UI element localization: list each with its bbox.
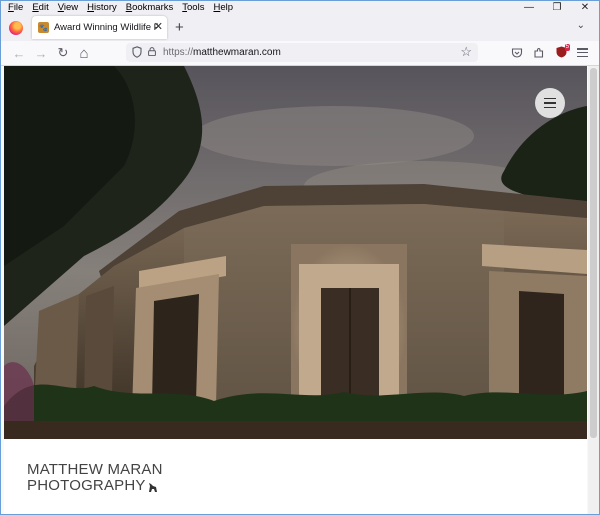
tab-active[interactable]: 🐾 Award Winning Wildlife Photography ✕ <box>32 16 167 39</box>
lock-icon[interactable] <box>148 47 156 56</box>
tracking-protection-shield-icon[interactable] <box>132 46 142 58</box>
favicon-icon: 🐾 <box>38 22 49 33</box>
browser-window: File Edit View History Bookmarks Tools H… <box>0 0 600 515</box>
menu-file[interactable]: File <box>1 2 27 14</box>
page-content: MATTHEW MARAN PHOTOGRAPHY <box>4 66 587 514</box>
list-all-tabs-button[interactable]: ⌄ <box>577 20 585 31</box>
site-logo[interactable]: MATTHEW MARAN PHOTOGRAPHY <box>27 462 163 494</box>
forward-button[interactable]: → <box>33 45 49 61</box>
url-protocol: https:// <box>163 47 194 58</box>
page-scrollbar[interactable] <box>588 66 599 514</box>
url-host: matthewmaran.com <box>193 47 281 58</box>
site-menu-button[interactable] <box>535 88 565 118</box>
restore-button[interactable]: ❐ <box>543 1 571 14</box>
pocket-icon[interactable] <box>511 47 523 59</box>
window-controls: — ❐ ✕ <box>515 1 599 14</box>
hero-image <box>4 66 587 439</box>
menu-bar: File Edit View History Bookmarks Tools H… <box>1 1 599 14</box>
minimize-button[interactable]: — <box>515 1 543 14</box>
tab-close-icon[interactable]: ✕ <box>154 20 163 33</box>
new-tab-button[interactable]: + <box>175 19 184 36</box>
menu-edit[interactable]: Edit <box>27 2 52 14</box>
extension-badge: 5 <box>564 44 570 51</box>
logo-line-1: MATTHEW MARAN <box>27 461 163 478</box>
navigation-bar: ← → ↻ ⌂ https://matthewmaran.com ☆ 5 <box>1 41 599 66</box>
menu-tools[interactable]: Tools <box>177 2 208 14</box>
back-button[interactable]: ← <box>11 45 27 61</box>
menu-bookmarks[interactable]: Bookmarks <box>121 2 178 14</box>
reload-button[interactable]: ↻ <box>55 45 71 61</box>
animal-logo-icon <box>148 483 157 492</box>
tab-strip: 🐾 Award Winning Wildlife Photography ✕ +… <box>1 14 599 41</box>
menu-view[interactable]: View <box>53 2 82 14</box>
close-window-button[interactable]: ✕ <box>571 1 599 14</box>
mausoleum-photo <box>4 66 587 439</box>
app-menu-icon[interactable] <box>577 48 588 57</box>
hamburger-icon <box>544 97 556 100</box>
url-text[interactable]: https://matthewmaran.com <box>163 47 281 58</box>
extensions-puzzle-icon[interactable] <box>533 47 545 59</box>
menu-help[interactable]: Help <box>208 2 237 14</box>
address-bar[interactable]: https://matthewmaran.com ☆ <box>126 43 478 62</box>
scrollbar-thumb[interactable] <box>590 68 597 438</box>
tab-title: Award Winning Wildlife Photography <box>54 22 158 33</box>
extension-button[interactable]: 5 <box>556 44 570 58</box>
firefox-logo-icon[interactable] <box>9 21 23 35</box>
logo-line-2: PHOTOGRAPHY <box>27 477 146 494</box>
home-button[interactable]: ⌂ <box>76 45 92 62</box>
bookmark-star-icon[interactable]: ☆ <box>460 44 472 60</box>
menu-history[interactable]: History <box>82 2 121 14</box>
